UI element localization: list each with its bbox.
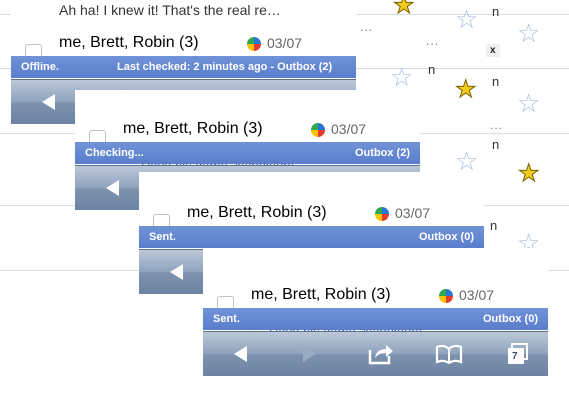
list-text-fragment: n	[428, 62, 436, 77]
buzz-icon	[439, 289, 453, 303]
star-icon[interactable]: ☆	[455, 6, 478, 32]
status-state: Sent.	[149, 231, 176, 243]
share-icon	[368, 343, 394, 365]
list-text-fragment: n	[492, 137, 500, 152]
back-arrow-icon	[39, 92, 59, 112]
status-bar: Checking... Outbox (2)	[75, 142, 420, 164]
status-bar: Sent. Outbox (0)	[203, 308, 548, 330]
back-arrow-icon	[231, 344, 251, 364]
ellipsis-text: ...	[490, 118, 504, 132]
buzz-icon	[311, 123, 325, 137]
bookmarks-button[interactable]	[427, 332, 471, 376]
share-button[interactable]	[361, 332, 401, 376]
buzz-icon	[375, 207, 389, 221]
starred-star-icon[interactable]: ★	[518, 161, 540, 186]
phone-mail-frame: me, Brett, Robin (3) 03/07 » Buzz: Very …	[203, 248, 548, 382]
outbox-count: Outbox (0)	[483, 313, 538, 325]
back-button[interactable]	[221, 332, 261, 376]
message-date: 03/07	[267, 35, 303, 51]
message-senders[interactable]: me, Brett, Robin (3)	[123, 120, 263, 138]
message-senders[interactable]: me, Brett, Robin (3)	[251, 286, 391, 304]
list-text-fragment: n	[492, 4, 500, 19]
status-state: Sent.	[213, 313, 240, 325]
outbox-count: Outbox (2)	[355, 147, 410, 159]
message-senders[interactable]: me, Brett, Robin (3)	[187, 204, 327, 222]
back-arrow-icon	[167, 262, 187, 282]
back-button[interactable]	[29, 80, 69, 124]
outbox-count: Outbox (0)	[419, 231, 474, 243]
star-icon[interactable]: ☆	[517, 20, 540, 46]
list-text-fragment: n	[492, 74, 500, 89]
status-state: Offline.	[21, 61, 59, 73]
starred-star-icon[interactable]: ★	[455, 77, 477, 102]
starred-star-icon[interactable]: ★	[393, 0, 415, 18]
tabs-icon: 7	[506, 342, 530, 366]
browser-toolbar: 7	[203, 331, 548, 376]
back-arrow-icon	[103, 178, 123, 198]
clear-x-button[interactable]: x	[486, 44, 500, 57]
star-icon[interactable]: ☆	[455, 148, 478, 174]
star-icon[interactable]: ☆	[390, 64, 413, 90]
message-senders[interactable]: me, Brett, Robin (3)	[59, 34, 199, 52]
list-text-fragment: n	[490, 218, 498, 233]
status-bar: Sent. Outbox (0)	[139, 226, 484, 248]
message-date: 03/07	[331, 121, 367, 137]
tabs-button[interactable]: 7	[498, 332, 538, 376]
message-date: 03/07	[459, 287, 495, 303]
status-last-checked: Last checked: 2 minutes ago - Outbox (2)	[117, 61, 333, 73]
ellipsis-text: ...	[360, 20, 374, 34]
status-bar: Offline. Last checked: 2 minutes ago - O…	[11, 56, 356, 78]
back-button[interactable]	[93, 166, 133, 210]
star-icon[interactable]: ☆	[517, 90, 540, 116]
back-button[interactable]	[157, 250, 197, 294]
previous-message-snippet: Ah ha! I knew it! That's the real re…	[59, 2, 281, 18]
status-state: Checking...	[85, 147, 144, 159]
message-date: 03/07	[395, 205, 431, 221]
buzz-icon	[247, 37, 261, 51]
bookmarks-book-icon	[435, 344, 463, 364]
forward-button[interactable]	[289, 332, 329, 376]
tab-count-badge: 7	[512, 351, 518, 362]
ellipsis-text: ...	[426, 34, 440, 48]
forward-arrow-icon	[299, 344, 319, 364]
